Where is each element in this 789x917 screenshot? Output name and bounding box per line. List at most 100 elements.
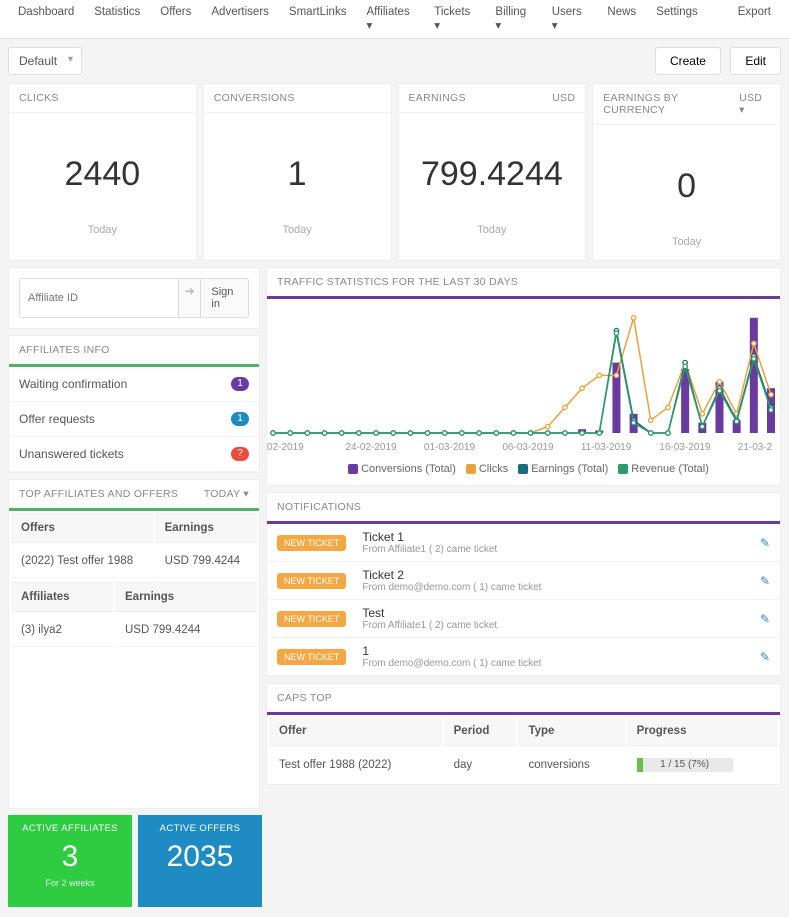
caps-top-panel: CAPS TOP OfferPeriodTypeProgress Test of…	[266, 683, 781, 785]
info-row[interactable]: Offer requests1	[9, 402, 259, 437]
affiliate-id-input[interactable]	[19, 278, 178, 318]
caps-header: Type	[518, 717, 624, 746]
nav-item-offers[interactable]: Offers	[150, 0, 201, 38]
table-row: Test offer 1988 (2022) day conversions 1…	[269, 748, 778, 782]
nav-item-statistics[interactable]: Statistics	[84, 0, 150, 38]
earnings-header: Earnings	[155, 513, 257, 543]
table-row[interactable]: (3) ilya2USD 799.4244	[11, 614, 257, 647]
kpi-value: 2440	[9, 113, 196, 224]
new-ticket-pill: NEW TICKET	[277, 535, 346, 551]
tile-value: 2035	[138, 834, 262, 874]
notifications-panel: NOTIFICATIONS NEW TICKETTicket 1From Aff…	[266, 492, 781, 677]
top-offers-table: OffersEarnings (2022) Test offer 1988USD…	[9, 511, 259, 580]
info-row[interactable]: Waiting confirmation 1	[9, 367, 259, 402]
progress-bar: 1 / 15 (7%)	[637, 758, 733, 772]
notif-title: Ticket 1	[362, 530, 760, 544]
chart-area: 02-201924-02-201901-03-201906-03-201911-…	[267, 299, 780, 457]
kpi-label: CLICKS	[19, 92, 59, 104]
info-label: Unanswered tickets	[19, 447, 124, 461]
top-aff-title: TOP AFFILIATES AND OFFERS	[19, 488, 178, 500]
nav-item-advertisers[interactable]: Advertisers	[201, 0, 279, 38]
tile-title: ACTIVE OFFERS	[138, 815, 262, 834]
legend-swatch	[348, 464, 358, 474]
info-row[interactable]: Unanswered tickets?	[9, 437, 259, 472]
nav-item-export[interactable]: Export	[728, 0, 781, 38]
kpi-row: CLICKS2440TodayCONVERSIONS1TodayEARNINGS…	[0, 83, 789, 261]
caps-table: OfferPeriodTypeProgress Test offer 1988 …	[267, 715, 780, 784]
count-badge: 1	[231, 412, 249, 426]
affiliates-info-title: AFFILIATES INFO	[9, 336, 259, 367]
row-name: (2022) Test offer 1988	[11, 545, 153, 578]
top-affiliates-offers-panel: TOP AFFILIATES AND OFFERS TODAY ▾ Offers…	[8, 479, 260, 809]
count-badge: ?	[231, 447, 249, 461]
view-select[interactable]: Default	[8, 47, 82, 75]
row-earnings: USD 799.4244	[115, 614, 257, 647]
active-affiliates-tile[interactable]: ACTIVE AFFILIATES 3 For 2 weeks	[8, 815, 132, 907]
nav-item-news[interactable]: News	[597, 0, 646, 38]
top-nav: DashboardStatisticsOffersAdvertisersSmar…	[0, 0, 789, 39]
notif-sub: From demo@demo.com ( 1) came ticket	[362, 582, 760, 593]
nav-item-users-[interactable]: Users ▾	[542, 0, 598, 38]
notif-title: Test	[362, 606, 760, 620]
notification-row: NEW TICKETTicket 1From Affiliate1 ( 2) c…	[267, 524, 780, 562]
edit-icon[interactable]: ✎	[760, 612, 770, 626]
signin-arrow-icon: ➜	[178, 278, 200, 318]
active-offers-tile[interactable]: ACTIVE OFFERS 2035	[138, 815, 262, 907]
tile-title: ACTIVE AFFILIATES	[8, 815, 132, 834]
nav-item-settings[interactable]: Settings	[646, 0, 708, 38]
kpi-clicks: CLICKS2440Today	[8, 83, 197, 261]
new-ticket-pill: NEW TICKET	[277, 649, 346, 665]
kpi-earnings: EARNINGSUSD799.4244Today	[398, 83, 587, 261]
legend-label[interactable]: Clicks	[479, 463, 508, 475]
legend-label[interactable]: Conversions (Total)	[361, 463, 456, 475]
kpi-conversions: CONVERSIONS1Today	[203, 83, 392, 261]
caps-header: Period	[444, 717, 517, 746]
kpi-label: EARNINGS BY CURRENCY	[603, 92, 739, 116]
legend-swatch	[518, 464, 528, 474]
kpi-value: 1	[204, 113, 391, 224]
affiliate-signin-panel: ➜ Sign in	[8, 267, 260, 329]
nav-item-tickets-[interactable]: Tickets ▾	[424, 0, 485, 38]
affiliates-header: Affiliates	[11, 582, 113, 612]
nav-item-affiliates-[interactable]: Affiliates ▾	[356, 0, 424, 38]
nav-item-billing-[interactable]: Billing ▾	[485, 0, 541, 38]
row-name: (3) ilya2	[11, 614, 113, 647]
kpi-label: CONVERSIONS	[214, 92, 295, 104]
legend-label[interactable]: Revenue (Total)	[631, 463, 709, 475]
offers-header: Offers	[11, 513, 153, 543]
kpi-value: 799.4244	[399, 113, 586, 224]
kpi-label: EARNINGS	[409, 92, 466, 104]
caps-progress-cell: 1 / 15 (7%)	[627, 748, 778, 782]
edit-icon[interactable]: ✎	[760, 574, 770, 588]
new-ticket-pill: NEW TICKET	[277, 611, 346, 627]
legend-swatch	[618, 464, 628, 474]
traffic-chart-panel: TRAFFIC STATISTICS FOR THE LAST 30 DAYS …	[266, 267, 781, 486]
edit-icon[interactable]: ✎	[760, 650, 770, 664]
notif-sub: From demo@demo.com ( 1) came ticket	[362, 658, 760, 669]
edit-button[interactable]: Edit	[730, 47, 781, 75]
caps-type: conversions	[518, 748, 624, 782]
tile-sub: For 2 weeks	[8, 874, 132, 888]
signin-button[interactable]: Sign in	[200, 278, 249, 318]
tile-sub	[138, 874, 262, 878]
kpi-footer: Today	[399, 224, 586, 248]
caps-title: CAPS TOP	[267, 684, 780, 715]
legend-label[interactable]: Earnings (Total)	[531, 463, 608, 475]
top-aff-period-select[interactable]: TODAY ▾	[204, 488, 249, 500]
count-badge: 1	[231, 377, 249, 391]
row-earnings: USD 799.4244	[155, 545, 257, 578]
caps-period: day	[444, 748, 517, 782]
info-label: Waiting confirmation	[19, 377, 127, 391]
top-affiliates-table: AffiliatesEarnings (3) ilya2USD 799.4244	[9, 580, 259, 649]
kpi-extra[interactable]: USD ▾	[739, 92, 770, 116]
table-row[interactable]: (2022) Test offer 1988USD 799.4244	[11, 545, 257, 578]
caps-header: Progress	[627, 717, 778, 746]
nav-item-dashboard[interactable]: Dashboard	[8, 0, 84, 38]
kpi-footer: Today	[593, 236, 780, 260]
nav-item-blank	[708, 0, 728, 38]
caps-header: Offer	[269, 717, 442, 746]
nav-item-smartlinks[interactable]: SmartLinks	[279, 0, 357, 38]
create-button[interactable]: Create	[655, 47, 721, 75]
edit-icon[interactable]: ✎	[760, 536, 770, 550]
affiliates-info-panel: AFFILIATES INFO Waiting confirmation1Off…	[8, 335, 260, 473]
